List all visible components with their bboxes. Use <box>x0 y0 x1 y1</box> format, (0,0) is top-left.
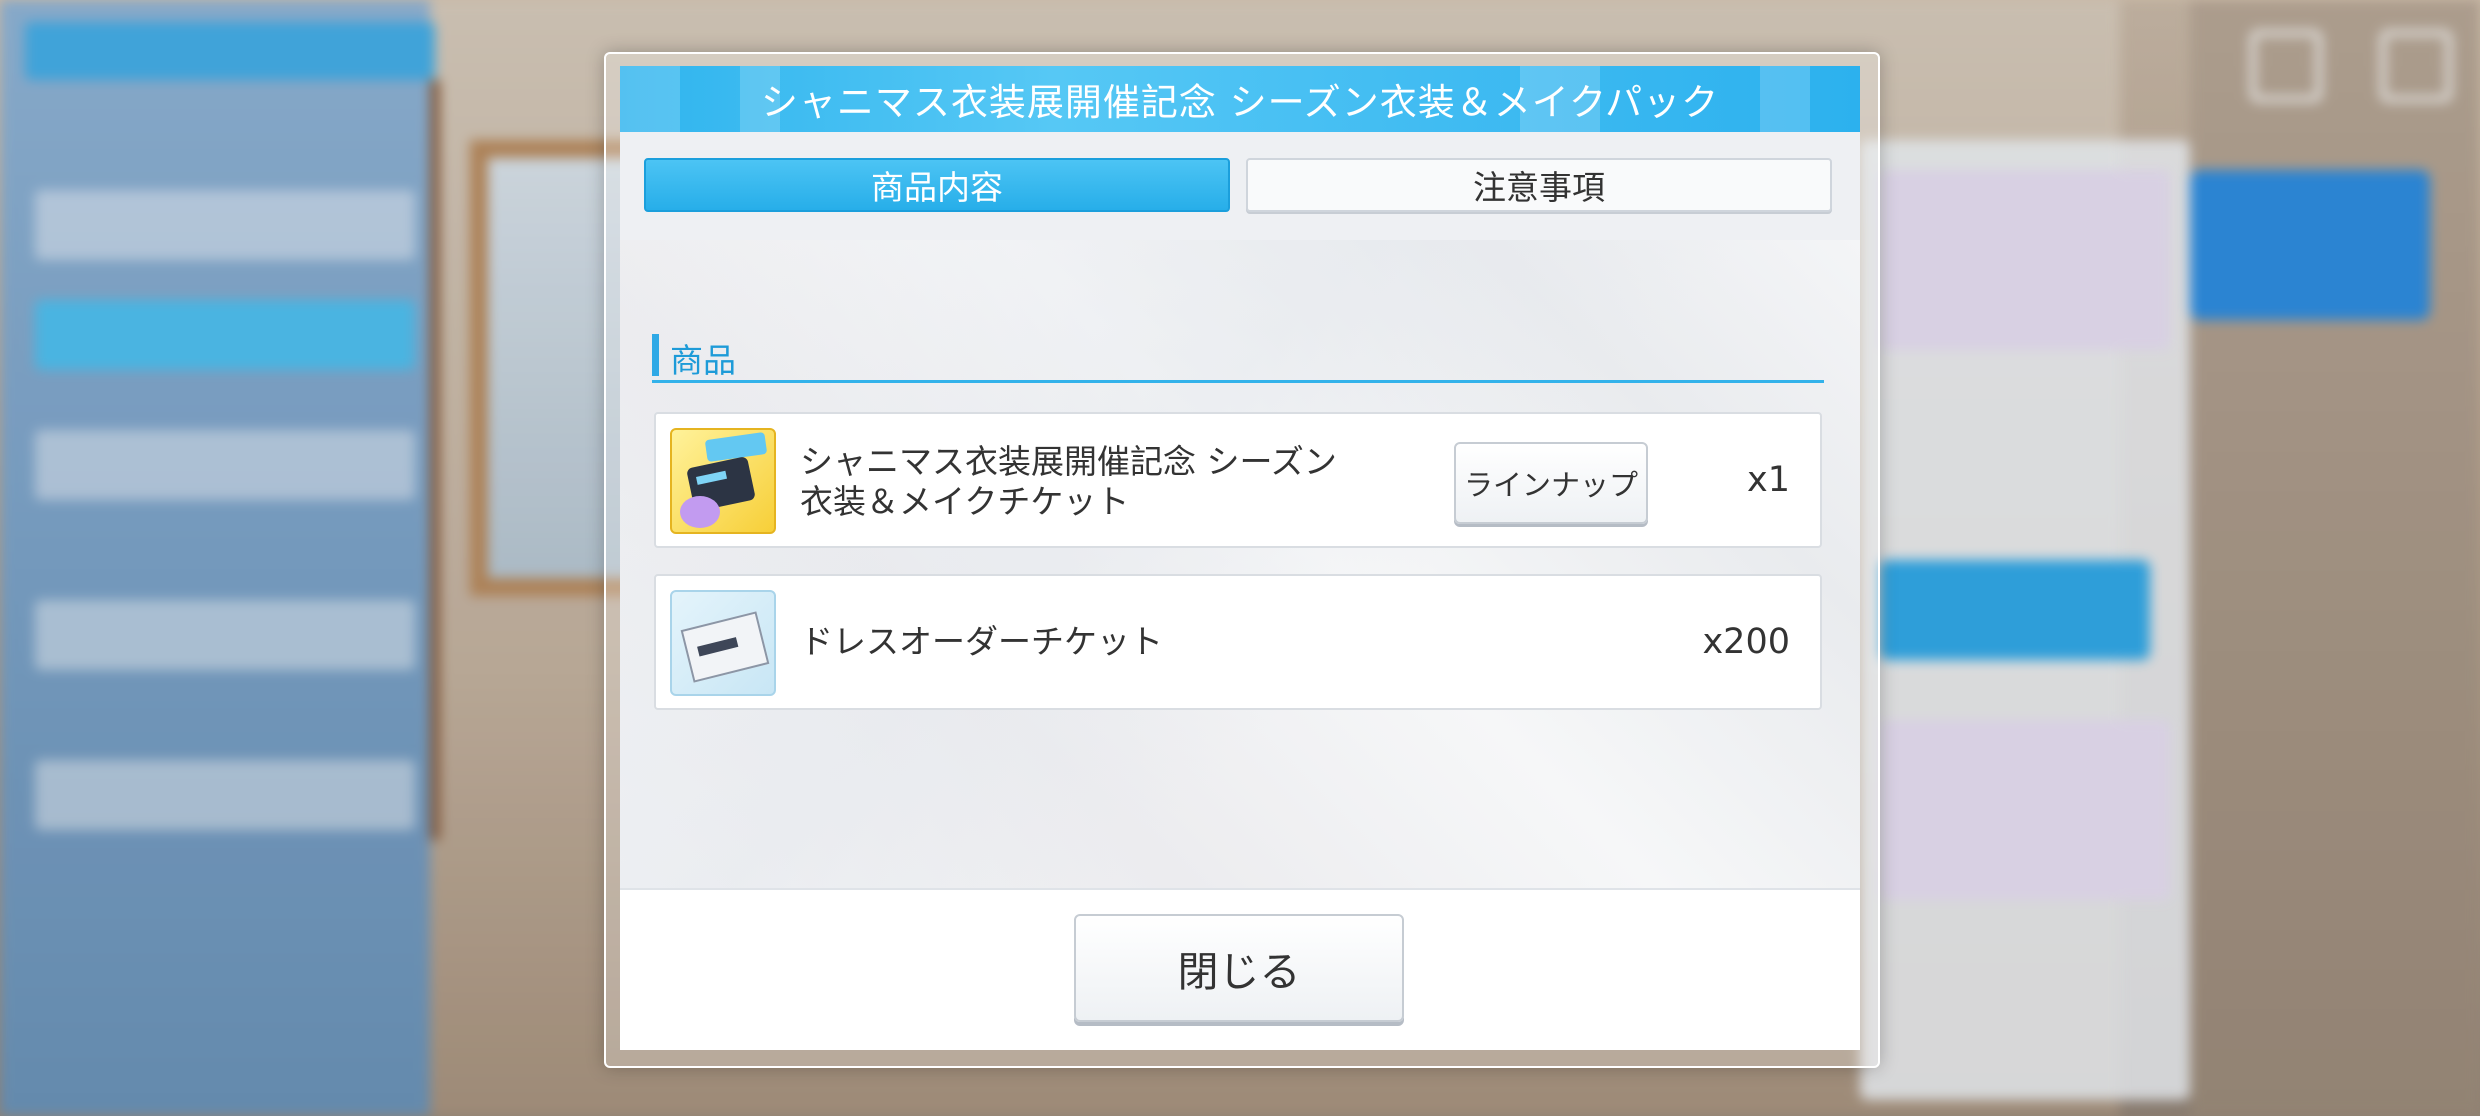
item-quantity: x200 <box>1702 622 1790 662</box>
list-item: ドレスオーダーチケット x200 <box>654 574 1822 710</box>
dialog-header: シャニマス衣装展開催記念 シーズン衣装＆メイクパック <box>620 66 1860 132</box>
season-ticket-icon <box>670 428 776 534</box>
tab-product-contents[interactable]: 商品内容 <box>644 158 1230 212</box>
pack-details-dialog: シャニマス衣装展開催記念 シーズン衣装＆メイクパック 商品内容 注意事項 商品 … <box>620 66 1860 1050</box>
item-quantity: x1 <box>1747 460 1790 500</box>
lineup-button[interactable]: ラインナップ <box>1454 442 1648 524</box>
item-name: ドレスオーダーチケット <box>800 622 1163 661</box>
section-header: 商品 <box>652 330 1824 383</box>
section-accent-bar <box>652 334 659 376</box>
close-button[interactable]: 閉じる <box>1074 914 1404 1022</box>
dialog-title: シャニマス衣装展開催記念 シーズン衣装＆メイクパック <box>760 81 1720 124</box>
dialog-content: 商品 シャニマス衣装展開催記念 シーズン衣装＆メイクチケット ラインナップ x1… <box>620 240 1860 888</box>
dress-order-ticket-icon <box>670 590 776 696</box>
item-name: シャニマス衣装展開催記念 シーズン衣装＆メイクチケット <box>800 442 1337 521</box>
section-label: 商品 <box>670 341 736 380</box>
dialog-footer: 閉じる <box>620 888 1860 1050</box>
list-item: シャニマス衣装展開催記念 シーズン衣装＆メイクチケット ラインナップ x1 <box>654 412 1822 548</box>
tab-notes[interactable]: 注意事項 <box>1246 158 1832 212</box>
